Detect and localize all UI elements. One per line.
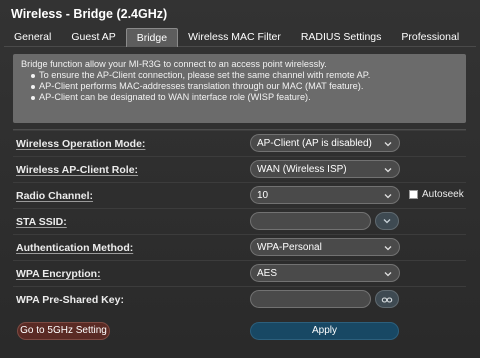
info-bullet: AP-Client performs MAC-addresses transla… (31, 81, 458, 92)
chevron-down-icon (384, 246, 392, 251)
autoseek-option[interactable]: Autoseek (409, 189, 464, 200)
wpa-psk-label: WPA Pre-Shared Key: (16, 294, 124, 306)
form-row-sta-ssid: STA SSID: (13, 208, 466, 234)
show-password-button[interactable] (375, 290, 399, 308)
form-row-auth-method: Authentication Method: WPA-Personal (13, 234, 466, 260)
wireless-mode-value: AP-Client (AP is disabled) (257, 138, 372, 149)
tab-professional[interactable]: Professional (391, 28, 469, 47)
form-row-radio-channel: Radio Channel: 10 Autoseek (13, 182, 466, 208)
client-role-label: Wireless AP-Client Role: (16, 164, 139, 176)
chevron-down-icon (383, 219, 391, 224)
form-row-wireless-mode: Wireless Operation Mode: AP-Client (AP i… (13, 130, 466, 156)
tab-bridge[interactable]: Bridge (125, 28, 179, 47)
tab-guest-ap[interactable]: Guest AP (61, 28, 125, 47)
main-panel: Wireless - Bridge (2.4GHz) General Guest… (0, 0, 480, 358)
sta-ssid-input[interactable] (250, 212, 371, 230)
go-to-5ghz-button[interactable]: Go to 5GHz Setting (17, 322, 110, 340)
radio-channel-value: 10 (257, 190, 269, 201)
wireless-mode-label: Wireless Operation Mode: (16, 138, 146, 150)
chevron-down-icon (384, 272, 392, 277)
autoseek-label: Autoseek (422, 189, 464, 200)
chevron-down-icon (384, 168, 392, 173)
tab-wireless-mac-filter[interactable]: Wireless MAC Filter (178, 28, 291, 47)
info-intro: Bridge function allow your MI-R3G to con… (21, 59, 327, 69)
tab-bar: General Guest AP Bridge Wireless MAC Fil… (4, 28, 476, 47)
wireless-mode-select[interactable]: AP-Client (AP is disabled) (250, 134, 400, 152)
info-bullet: AP-Client can be designated to WAN inter… (31, 92, 458, 103)
tab-radius-settings[interactable]: RADIUS Settings (291, 28, 392, 47)
form-row-wpa-psk: WPA Pre-Shared Key: (13, 286, 466, 312)
wpa-encryption-select[interactable]: AES (250, 264, 400, 282)
radio-channel-label: Radio Channel: (16, 190, 94, 202)
auth-method-value: WPA-Personal (257, 242, 322, 253)
auth-method-label: Authentication Method: (16, 242, 134, 254)
autoseek-checkbox[interactable] (409, 190, 418, 199)
wpa-encryption-label: WPA Encryption: (16, 268, 101, 280)
info-bullet: To ensure the AP-Client connection, plea… (31, 70, 458, 81)
form-row-wpa-encryption: WPA Encryption: AES (13, 260, 466, 286)
info-box: Bridge function allow your MI-R3G to con… (13, 54, 466, 123)
tab-general[interactable]: General (4, 28, 61, 47)
wpa-psk-input[interactable] (250, 290, 371, 308)
client-role-value: WAN (Wireless ISP) (257, 164, 347, 175)
sta-ssid-label: STA SSID: (16, 216, 67, 228)
auth-method-select[interactable]: WPA-Personal (250, 238, 400, 256)
chevron-down-icon (384, 194, 392, 199)
info-bullet-list: To ensure the AP-Client connection, plea… (21, 70, 458, 103)
client-role-select[interactable]: WAN (Wireless ISP) (250, 160, 400, 178)
radio-channel-select[interactable]: 10 (250, 186, 400, 204)
apply-button[interactable]: Apply (250, 322, 399, 340)
page-title: Wireless - Bridge (2.4GHz) (11, 7, 168, 21)
ssid-site-survey-button[interactable] (375, 212, 399, 230)
eye-icon (381, 297, 393, 303)
wpa-encryption-value: AES (257, 268, 278, 279)
chevron-down-icon (384, 142, 392, 147)
form-row-client-role: Wireless AP-Client Role: WAN (Wireless I… (13, 156, 466, 182)
